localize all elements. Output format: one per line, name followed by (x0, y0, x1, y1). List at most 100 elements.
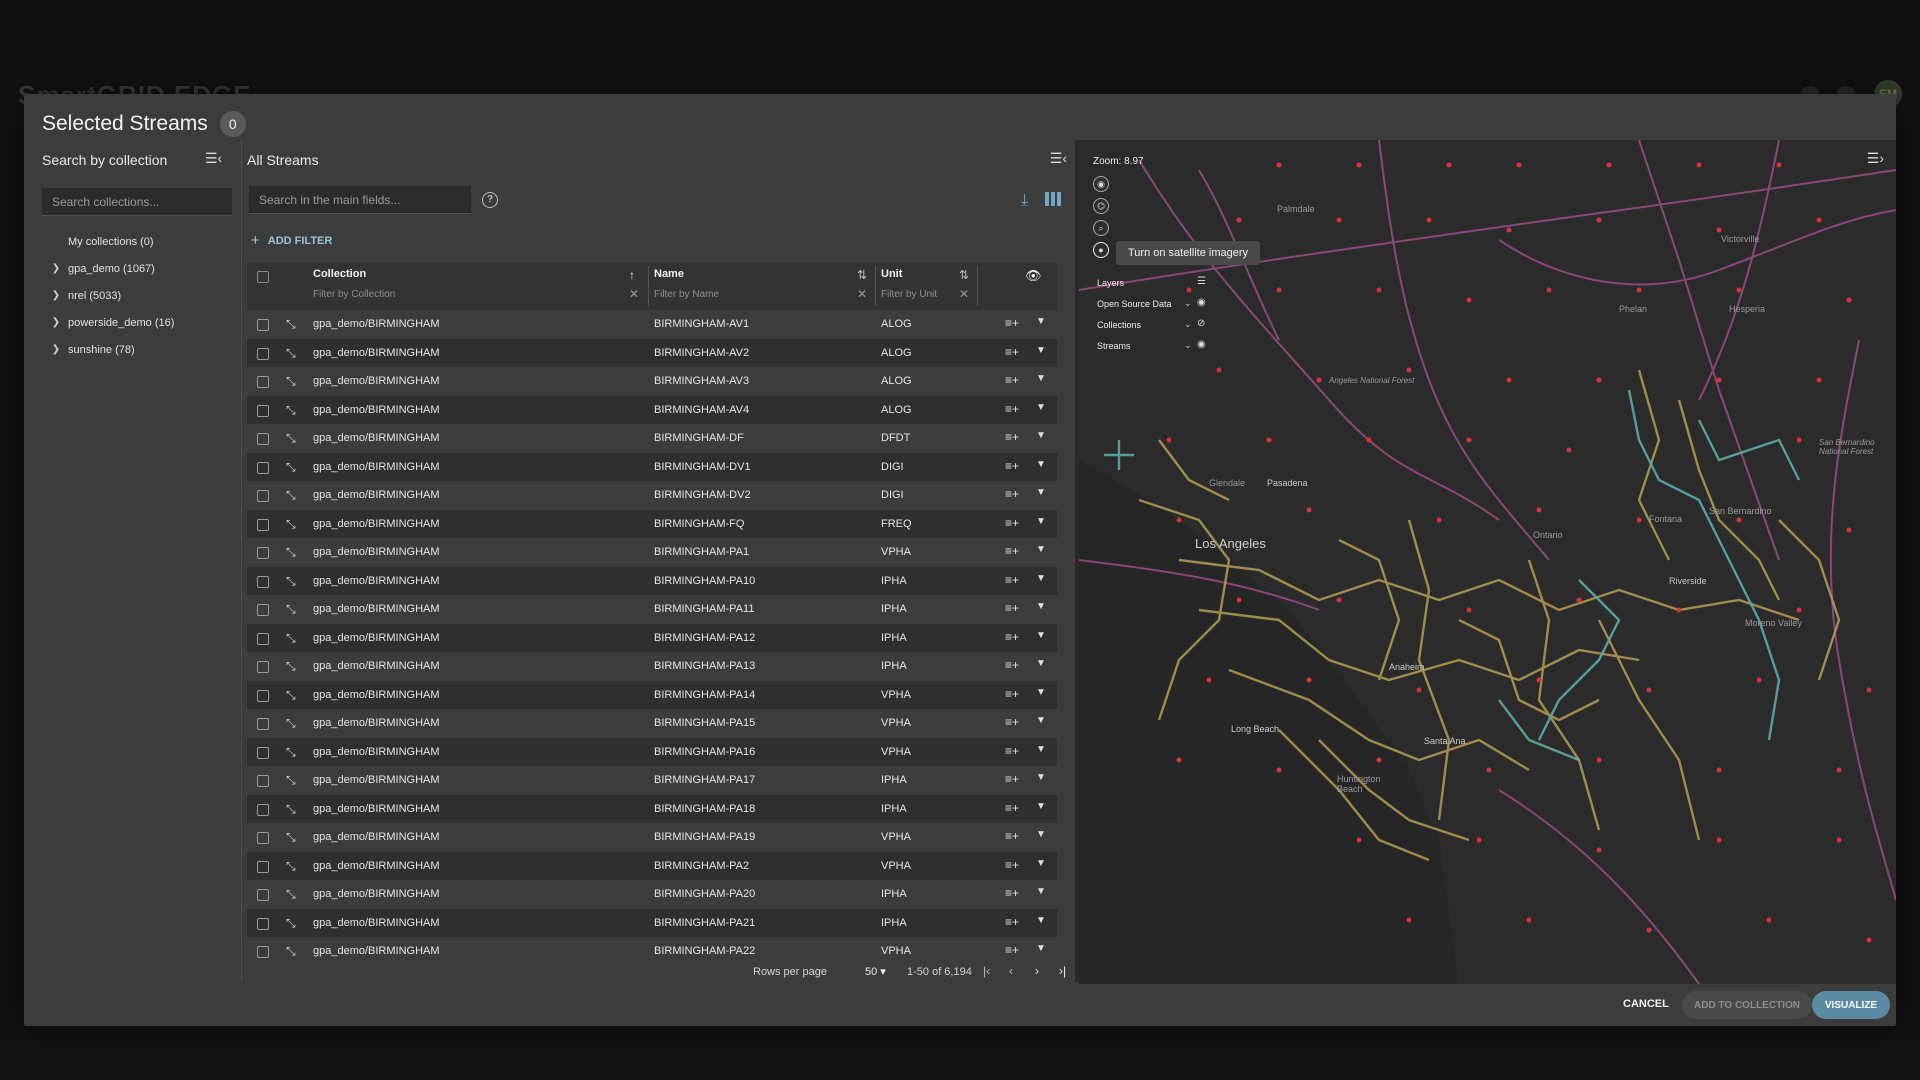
expand-icon[interactable]: ⤡ (286, 545, 296, 560)
add-to-list-icon[interactable]: ≡+ (1005, 316, 1019, 330)
add-to-list-icon[interactable]: ≡+ (1005, 744, 1019, 758)
add-to-list-icon[interactable]: ≡+ (1005, 430, 1019, 444)
chevron-down-icon[interactable]: ▼ (1036, 459, 1046, 470)
chevron-down-icon[interactable]: ▼ (1036, 687, 1046, 698)
table-row[interactable]: ⤡ gpa_demo/BIRMINGHAM BIRMINGHAM-PA21 IPHA ≡… (247, 908, 1057, 937)
collapse-panel-icon[interactable]: ☰‹ (205, 150, 223, 168)
chevron-down-icon[interactable]: ▼ (1036, 316, 1046, 327)
expand-icon[interactable]: ⤡ (286, 517, 296, 532)
chevron-down-icon[interactable]: ▼ (1036, 487, 1046, 498)
chevron-down-icon[interactable]: ⌄ (1184, 319, 1192, 330)
chevron-right-icon[interactable]: ❯ (44, 263, 68, 274)
chevron-down-icon[interactable]: ⌄ (1184, 298, 1192, 309)
row-checkbox[interactable] (257, 319, 269, 331)
row-checkbox[interactable] (257, 946, 269, 958)
expand-icon[interactable]: ⤡ (286, 403, 296, 418)
add-to-list-icon[interactable]: ≡+ (1005, 772, 1019, 786)
row-checkbox[interactable] (257, 832, 269, 844)
expand-icon[interactable]: ⤡ (286, 460, 296, 475)
expand-icon[interactable]: ⤡ (286, 830, 296, 845)
chevron-down-icon[interactable]: ▼ (1036, 516, 1046, 527)
add-to-list-icon[interactable]: ≡+ (1005, 715, 1019, 729)
sort-asc-icon[interactable]: ↑ (629, 268, 635, 282)
table-row[interactable]: ⤡ gpa_demo/BIRMINGHAM BIRMINGHAM-PA14 VPHA ≡… (247, 680, 1057, 709)
chevron-down-icon[interactable]: ▼ (1036, 573, 1046, 584)
table-row[interactable]: ⤡ gpa_demo/BIRMINGHAM BIRMINGHAM-FQ FREQ ≡+ ▼ (247, 509, 1057, 538)
chevron-down-icon[interactable]: ⌄ (1184, 340, 1192, 351)
row-checkbox[interactable] (257, 518, 269, 531)
tree-item-my-collections[interactable]: My collections (0) (44, 228, 234, 255)
add-to-list-icon[interactable]: ≡+ (1005, 829, 1019, 843)
expand-icon[interactable]: ⤡ (286, 716, 296, 731)
chevron-down-icon[interactable]: ▼ (1036, 601, 1046, 612)
clear-filter-icon[interactable]: ✕ (629, 287, 639, 301)
row-checkbox[interactable] (257, 433, 269, 445)
add-to-list-icon[interactable]: ≡+ (1005, 801, 1019, 815)
row-checkbox[interactable] (257, 604, 269, 616)
eye-off-icon[interactable]: ⊘ (1197, 318, 1205, 329)
expand-icon[interactable]: ⤡ (286, 631, 296, 646)
layer-collections[interactable]: Collections ⌄ ⊘ (1093, 314, 1211, 335)
eye-icon[interactable]: 👁 (1025, 268, 1042, 284)
row-checkbox[interactable] (257, 917, 269, 930)
add-to-list-icon[interactable]: ≡+ (1005, 630, 1019, 644)
broadcast-icon[interactable]: ◉ (1093, 176, 1109, 192)
row-checkbox[interactable] (257, 632, 269, 645)
row-checkbox[interactable] (257, 803, 269, 816)
row-checkbox[interactable] (257, 661, 269, 673)
table-row[interactable]: ⤡ gpa_demo/BIRMINGHAM BIRMINGHAM-DV1 DIGI ≡+… (247, 452, 1057, 481)
filter-name-input[interactable]: Filter by Name (654, 289, 719, 300)
visualize-button[interactable]: VISUALIZE (1812, 991, 1890, 1019)
row-checkbox[interactable] (257, 718, 269, 730)
chevron-down-icon[interactable]: ▼ (1036, 345, 1046, 356)
filter-collection-input[interactable]: Filter by Collection (313, 289, 395, 300)
chevron-down-icon[interactable]: ▼ (1036, 402, 1046, 413)
add-to-list-icon[interactable]: ≡+ (1005, 487, 1019, 501)
row-checkbox[interactable] (257, 461, 269, 474)
table-row[interactable]: ⤡ gpa_demo/BIRMINGHAM BIRMINGHAM-PA11 IPHA ≡… (247, 595, 1057, 624)
first-page-icon[interactable]: |‹ (983, 964, 990, 978)
expand-icon[interactable]: ⤡ (286, 659, 296, 674)
tree-item-nrel[interactable]: ❯ nrel (5033) (44, 282, 234, 309)
column-header-collection[interactable]: Collection (313, 268, 366, 280)
search-streams-input[interactable] (249, 186, 471, 214)
tree-item-gpa-demo[interactable]: ❯ gpa_demo (1067) (44, 255, 234, 282)
chevron-down-icon[interactable]: ▼ (1036, 744, 1046, 755)
expand-icon[interactable]: ⤡ (286, 916, 296, 931)
clear-filter-icon[interactable]: ✕ (959, 287, 969, 301)
row-checkbox[interactable] (257, 746, 269, 759)
map-panel[interactable]: Palmdale Victorville Hesperia Phelan Ang… (1079, 140, 1896, 984)
chevron-down-icon[interactable]: ▼ (1036, 772, 1046, 783)
search-icon[interactable]: ⌕ (1093, 220, 1109, 236)
table-row[interactable]: ⤡ gpa_demo/BIRMINGHAM BIRMINGHAM-PA10 IPHA ≡… (247, 566, 1057, 595)
expand-icon[interactable]: ⤡ (286, 488, 296, 503)
share-icon[interactable]: ⌬ (1093, 198, 1109, 214)
chevron-right-icon[interactable]: ❯ (44, 317, 68, 328)
next-page-icon[interactable]: › (1035, 964, 1039, 978)
table-row[interactable]: ⤡ gpa_demo/BIRMINGHAM BIRMINGHAM-PA20 IPHA ≡… (247, 880, 1057, 909)
clear-filter-icon[interactable]: ✕ (857, 287, 867, 301)
chevron-down-icon[interactable]: ▼ (1036, 886, 1046, 897)
add-to-list-icon[interactable]: ≡+ (1005, 915, 1019, 929)
sort-icon[interactable]: ⇅ (959, 268, 969, 282)
table-row[interactable]: ⤡ gpa_demo/BIRMINGHAM BIRMINGHAM-PA16 VPHA ≡… (247, 737, 1057, 766)
table-row[interactable]: ⤡ gpa_demo/BIRMINGHAM BIRMINGHAM-PA18 IPHA ≡… (247, 794, 1057, 823)
last-page-icon[interactable]: ›| (1059, 964, 1066, 978)
add-to-collection-button[interactable]: ADD TO COLLECTION (1682, 991, 1812, 1019)
globe-icon[interactable]: ● (1093, 242, 1109, 258)
settings-icon[interactable]: ☰ (1197, 276, 1206, 287)
add-to-list-icon[interactable]: ≡+ (1005, 658, 1019, 672)
table-row[interactable]: ⤡ gpa_demo/BIRMINGHAM BIRMINGHAM-PA15 VPHA ≡… (247, 709, 1057, 738)
chevron-down-icon[interactable]: ▼ (1036, 715, 1046, 726)
expand-icon[interactable]: ⤡ (286, 574, 296, 589)
expand-icon[interactable]: ⤡ (286, 773, 296, 788)
add-filter-button[interactable]: + ADD FILTER (251, 232, 332, 249)
table-row[interactable]: ⤡ gpa_demo/BIRMINGHAM BIRMINGHAM-PA17 IPHA ≡… (247, 766, 1057, 795)
collapse-panel-icon[interactable]: ☰‹ (1050, 150, 1067, 167)
chevron-right-icon[interactable]: ❯ (44, 344, 68, 355)
row-checkbox[interactable] (257, 347, 269, 360)
add-to-list-icon[interactable]: ≡+ (1005, 886, 1019, 900)
add-to-list-icon[interactable]: ≡+ (1005, 601, 1019, 615)
row-checkbox[interactable] (257, 860, 269, 873)
table-row[interactable]: ⤡ gpa_demo/BIRMINGHAM BIRMINGHAM-DF DFDT ≡+ ▼ (247, 424, 1057, 453)
